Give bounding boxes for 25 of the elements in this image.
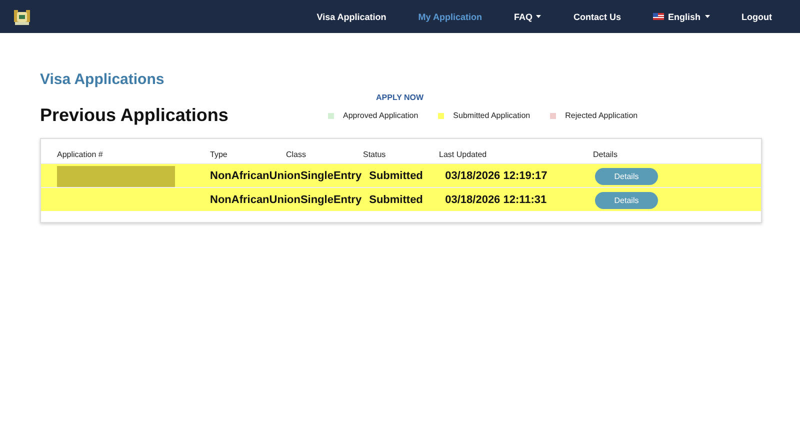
type-cell: NonAfricanUnionSingleEntry	[210, 194, 363, 206]
column-header: Type	[210, 150, 228, 159]
nav-link[interactable]: Logout	[726, 12, 788, 22]
nav-link[interactable]: Visa Application	[300, 12, 402, 22]
column-header: Application #	[57, 150, 104, 159]
apply-now-link[interactable]: APPLY NOW	[376, 93, 424, 102]
nav-link[interactable]: FAQ	[498, 12, 558, 22]
legend-label: Approved Application	[343, 111, 418, 120]
status-cell-text: Submitted	[368, 194, 424, 206]
nav-link[interactable]: English	[636, 12, 726, 22]
column-header: Last Updated	[439, 150, 488, 159]
crest-logo-icon	[12, 8, 32, 26]
status-cell-text: Submitted	[368, 170, 424, 182]
column-header: Class	[286, 150, 308, 159]
nav-link[interactable]: Contact Us	[557, 12, 637, 22]
column-header: Status	[363, 150, 387, 159]
legend-label: Rejected Application	[565, 111, 638, 120]
column-header: Details	[593, 150, 618, 159]
nav-link[interactable]: My Application	[402, 12, 498, 22]
type-cell: NonAfricanUnionSingleEntry	[210, 170, 363, 182]
page-heading: Previous Applications	[40, 105, 230, 126]
updated-cell-text: 03/18/2026 12:11:31	[444, 194, 548, 206]
legend-label: Submitted Application	[453, 111, 530, 120]
updated-cell-text: 03/18/2026 12:19:17	[444, 170, 548, 182]
section-title: Visa Applications	[40, 71, 166, 88]
